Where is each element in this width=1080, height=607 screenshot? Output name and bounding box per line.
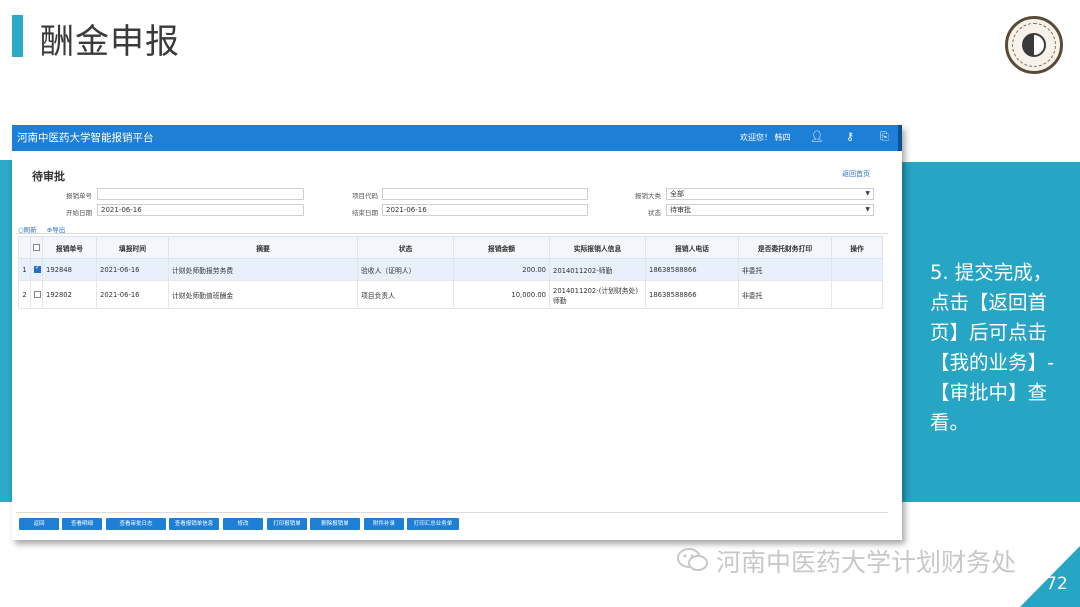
select-all-checkbox[interactable] [33, 244, 40, 251]
report-no-input[interactable] [97, 188, 304, 200]
page-title: 待审批 [32, 170, 65, 183]
column-header[interactable]: 报销金额 [453, 236, 550, 259]
print-summary-button[interactable]: 打印汇总业务单 [407, 518, 459, 530]
chevron-down-icon: ▼ [865, 206, 870, 213]
cell-status: 项目负责人 [357, 280, 454, 309]
table-header-row: 报销单号 填报时间 摘要 状态 报销金额 实际报销人信息 报销人电话 是否委托财… [18, 236, 883, 259]
header-select-all[interactable] [30, 236, 43, 259]
edit-button[interactable]: 修改 [223, 518, 263, 530]
column-header[interactable]: 报销单号 [42, 236, 97, 259]
cell-date: 2021-06-16 [96, 258, 169, 281]
row-index: 1 [18, 258, 31, 281]
status-select[interactable]: 待审批 ▼ [666, 204, 874, 216]
app-window: 河南中医药大学智能报销平台 欢迎您！ 韩四 👤︎ ⚷ ⎘ 待审批 返回首页 报销… [12, 125, 902, 540]
cell-claimant: 2014011202-师勤 [549, 258, 646, 281]
app-header: 河南中医药大学智能报销平台 欢迎您！ 韩四 👤︎ ⚷ ⎘ [12, 125, 902, 151]
cell-phone: 18638588866 [645, 280, 739, 309]
cell-report-no: 192802 [42, 280, 97, 309]
cell-action[interactable] [831, 280, 883, 309]
cell-status: 验收人（证明人） [357, 258, 454, 281]
cell-phone: 18638588866 [645, 258, 739, 281]
cell-print: 非委托 [738, 280, 832, 309]
column-header[interactable]: 操作 [831, 236, 883, 259]
project-code-label: 项目代码 [352, 192, 378, 200]
column-header[interactable]: 是否委托财务打印 [738, 236, 832, 259]
cell-print: 非委托 [738, 258, 832, 281]
slide-title: 酬金申报 [40, 22, 180, 62]
start-date-input[interactable]: 2021-06-16 [97, 204, 304, 216]
report-no-label: 报销单号 [66, 192, 92, 200]
user-icon[interactable]: 👤︎ [810, 130, 824, 144]
row-checkbox-cell[interactable] [30, 258, 43, 281]
approval-table: 报销单号 填报时间 摘要 状态 报销金额 实际报销人信息 报销人电话 是否委托财… [18, 236, 883, 309]
watermark-text: 河南中医药大学计划财务处 [716, 548, 1017, 577]
cell-amount: 200.00 [453, 258, 550, 281]
cell-action[interactable] [831, 258, 883, 281]
column-header[interactable]: 填报时间 [96, 236, 169, 259]
view-approval-log-button[interactable]: 查看审批日志 [106, 518, 166, 530]
wechat-icon [677, 548, 708, 571]
step-note: 5. 提交完成，点击【返回首页】后可点击【我的业务】-【审批中】查看。 [930, 261, 1055, 434]
cell-summary: 计财处师勤值班酬金 [168, 280, 358, 309]
header-edge [898, 125, 902, 151]
cell-date: 2021-06-16 [96, 280, 169, 309]
project-code-input[interactable] [382, 188, 588, 200]
toolbar-divider [16, 233, 888, 234]
category-value: 全部 [670, 190, 684, 198]
view-report-info-button[interactable]: 查看报销单信息 [169, 518, 219, 530]
row-checkbox[interactable] [34, 264, 41, 273]
column-header[interactable]: 状态 [357, 236, 454, 259]
cell-amount: 10,000.00 [453, 280, 550, 309]
cell-claimant: 2014011202-(计划财务处)师勤 [549, 280, 646, 309]
page-number: 72 [1046, 574, 1068, 594]
row-index: 2 [18, 280, 31, 309]
status-label: 状态 [648, 209, 661, 217]
welcome-text: 欢迎您！ 韩四 [740, 133, 791, 142]
category-label: 报销大类 [635, 192, 661, 200]
button-bar-divider [16, 512, 888, 513]
taiji-icon [1022, 33, 1046, 57]
end-date-label: 结束日期 [352, 209, 378, 217]
column-header[interactable]: 报销人电话 [645, 236, 739, 259]
left-accent-panel [0, 160, 12, 502]
category-select[interactable]: 全部 ▼ [666, 188, 874, 200]
chevron-down-icon: ▼ [865, 190, 870, 197]
back-home-link[interactable]: 返回首页 [842, 169, 870, 179]
attachment-supplement-button[interactable]: 附件补录 [364, 518, 404, 530]
view-detail-button[interactable]: 查看明细 [62, 518, 102, 530]
title-accent-bar [12, 15, 23, 57]
table-row[interactable]: 2 192802 2021-06-16 计财处师勤值班酬金 项目负责人 10,0… [18, 280, 883, 309]
back-button[interactable]: 返回 [19, 518, 59, 530]
row-checkbox[interactable] [34, 291, 41, 298]
app-title: 河南中医药大学智能报销平台 [17, 132, 154, 144]
university-seal-logo [1005, 16, 1063, 74]
start-date-label: 开始日期 [66, 209, 92, 217]
print-report-button[interactable]: 打印报销单 [267, 518, 307, 530]
column-header[interactable]: 实际报销人信息 [549, 236, 646, 259]
delete-report-button[interactable]: 删除报销单 [310, 518, 360, 530]
end-date-input[interactable]: 2021-06-16 [382, 204, 588, 216]
table-row[interactable]: 1 192848 2021-06-16 计财处师勤报劳务费 验收人（证明人） 2… [18, 258, 883, 281]
column-header[interactable]: 摘要 [168, 236, 358, 259]
key-icon[interactable]: ⚷ [846, 130, 854, 144]
logout-icon[interactable]: ⎘ [880, 130, 889, 144]
status-value: 待审批 [670, 206, 691, 214]
row-checkbox-cell[interactable] [30, 280, 43, 309]
cell-report-no: 192848 [42, 258, 97, 281]
cell-summary: 计财处师勤报劳务费 [168, 258, 358, 281]
header-index [18, 236, 31, 259]
